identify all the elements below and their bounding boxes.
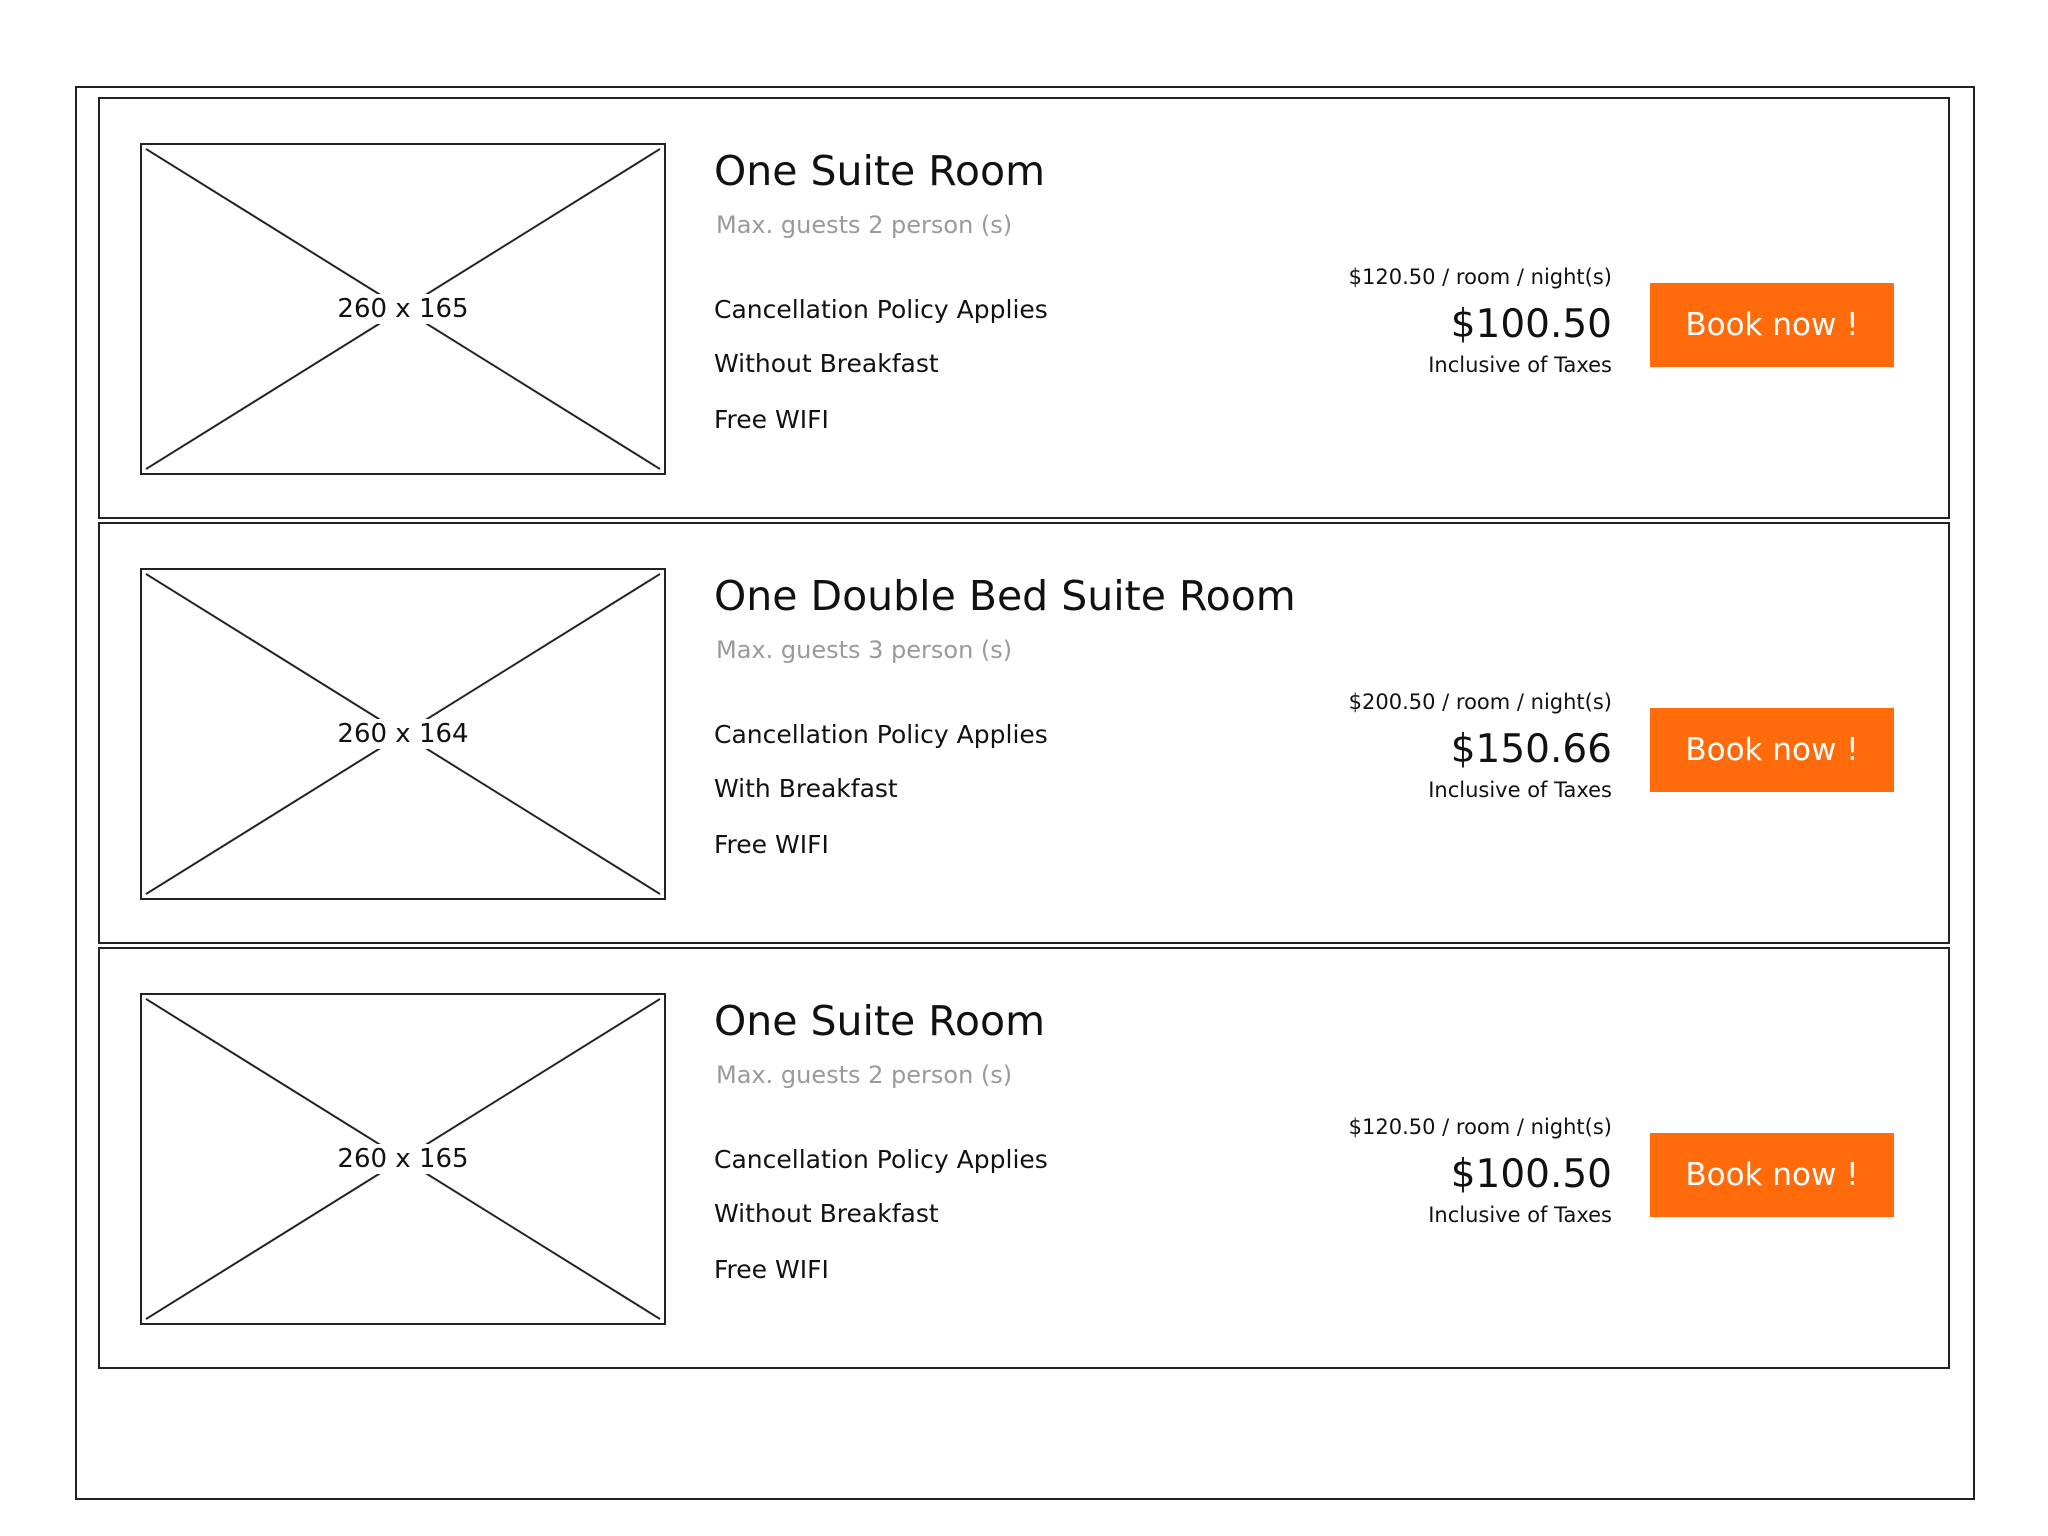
original-price: $200.50 / room / night(s)	[1348, 690, 1612, 714]
tax-note: Inclusive of Taxes	[1428, 1203, 1612, 1227]
room-card: 260 x 165 One Suite Room Max. guests 2 p…	[98, 97, 1950, 519]
image-size-label: 260 x 165	[331, 294, 475, 324]
book-now-button[interactable]: Book now !	[1650, 708, 1894, 792]
original-price: $120.50 / room / night(s)	[1348, 265, 1612, 289]
feature-wifi: Free WIFI	[714, 405, 829, 434]
max-guests: Max. guests 2 person (s)	[716, 211, 1013, 239]
feature-wifi: Free WIFI	[714, 830, 829, 859]
room-image-placeholder: 260 x 165	[140, 143, 666, 475]
image-size-label: 260 x 165	[331, 1144, 475, 1174]
max-guests: Max. guests 3 person (s)	[716, 636, 1013, 664]
tax-note: Inclusive of Taxes	[1428, 778, 1612, 802]
final-price: $100.50	[1450, 1152, 1612, 1197]
tax-note: Inclusive of Taxes	[1428, 353, 1612, 377]
room-card: 260 x 164 One Double Bed Suite Room Max.…	[98, 522, 1950, 944]
room-title: One Suite Room	[714, 147, 1046, 195]
feature-cancellation: Cancellation Policy Applies	[714, 1145, 1048, 1174]
book-now-button[interactable]: Book now !	[1650, 1133, 1894, 1217]
price-block: $200.50 / room / night(s) $150.66 Inclus…	[1349, 688, 1612, 804]
feature-breakfast: Without Breakfast	[714, 1199, 939, 1228]
room-card: 260 x 165 One Suite Room Max. guests 2 p…	[98, 947, 1950, 1369]
price-block: $120.50 / room / night(s) $100.50 Inclus…	[1349, 1113, 1612, 1229]
feature-breakfast: Without Breakfast	[714, 349, 939, 378]
original-price: $120.50 / room / night(s)	[1348, 1115, 1612, 1139]
price-block: $120.50 / room / night(s) $100.50 Inclus…	[1349, 263, 1612, 379]
image-size-label: 260 x 164	[331, 719, 475, 749]
book-now-button[interactable]: Book now !	[1650, 283, 1894, 367]
max-guests: Max. guests 2 person (s)	[716, 1061, 1013, 1089]
room-image-placeholder: 260 x 164	[140, 568, 666, 900]
final-price: $150.66	[1450, 727, 1612, 772]
feature-cancellation: Cancellation Policy Applies	[714, 295, 1048, 324]
final-price: $100.50	[1450, 302, 1612, 347]
feature-breakfast: With Breakfast	[714, 774, 898, 803]
room-title: One Double Bed Suite Room	[714, 572, 1296, 620]
feature-wifi: Free WIFI	[714, 1255, 829, 1284]
feature-cancellation: Cancellation Policy Applies	[714, 720, 1048, 749]
room-title: One Suite Room	[714, 997, 1046, 1045]
room-image-placeholder: 260 x 165	[140, 993, 666, 1325]
